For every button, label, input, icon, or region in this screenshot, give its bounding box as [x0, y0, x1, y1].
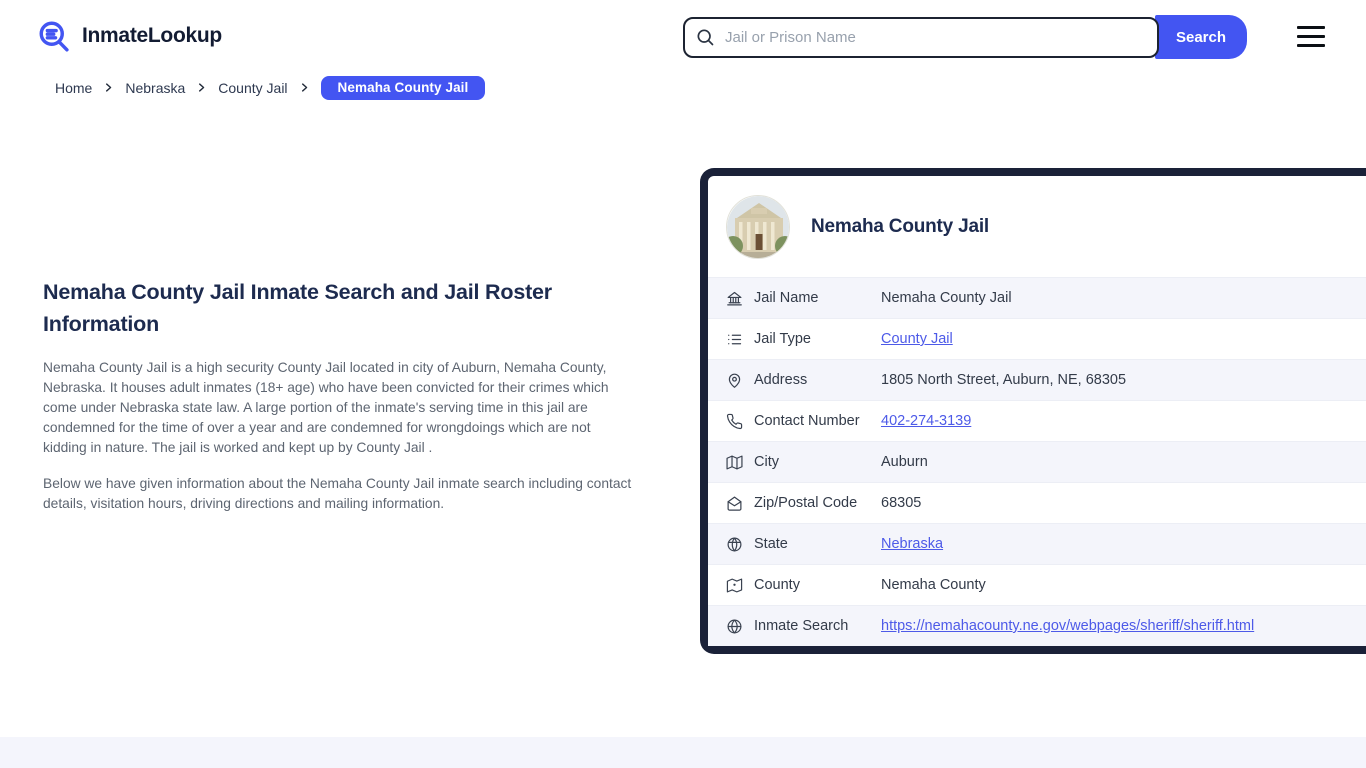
inmate-search-link[interactable]: https://nemahacounty.ne.gov/webpages/she…	[881, 618, 1254, 634]
breadcrumb: Home Nebraska County Jail Nemaha County Jai…	[55, 75, 486, 100]
search-input[interactable]	[683, 16, 1159, 58]
zip-postal-code-value: 68305	[881, 495, 922, 511]
info-row-state: State Nebraska	[708, 523, 1366, 564]
inmate-search-label: Inmate Search	[754, 618, 849, 634]
summary-paragraph: Below we have given information about th…	[43, 476, 632, 511]
address-label: Address	[754, 372, 808, 388]
menu-icon[interactable]	[1297, 26, 1325, 47]
city-label: City	[754, 454, 779, 470]
zip-postal-code-label: Zip/Postal Code	[754, 495, 858, 511]
bank-icon	[726, 290, 743, 307]
search-icon	[695, 27, 715, 47]
jail-info-card: Nemaha County Jail Jail Name Nemaha Count…	[700, 168, 1366, 654]
breadcrumb-badge-nemaha-county-jail[interactable]: Nemaha County Jail	[320, 75, 486, 100]
info-row-address: Address 1805 North Street, Auburn, NE, 68…	[708, 359, 1366, 400]
map-icon	[726, 454, 743, 471]
jail-card-header: Nemaha County Jail	[708, 176, 1366, 277]
jail-info-table: Jail Name Nemaha County Jail Jail Type Coun…	[708, 277, 1366, 646]
info-row-jail-name: Jail Name Nemaha County Jail	[708, 277, 1366, 318]
county-map-icon	[726, 577, 743, 594]
globe-icon	[726, 536, 743, 553]
county-label: County	[754, 577, 800, 593]
mail-open-icon	[726, 495, 743, 512]
breadcrumb-link-nebraska[interactable]: Nebraska	[125, 80, 185, 96]
page-title: Nemaha County Jail Inmate Search and Jai…	[43, 280, 552, 336]
state-link[interactable]: Nebraska	[881, 536, 943, 552]
brand-name: InmateLookup	[82, 24, 222, 47]
state-label: State	[754, 536, 788, 552]
chevron-right-icon	[299, 82, 310, 93]
page: InmateLookup Search Home Nebraska County J…	[0, 0, 1366, 768]
jail-card-title: Nemaha County Jail	[811, 215, 990, 237]
magnifier-logo-icon	[36, 18, 72, 54]
jail-photo	[726, 194, 790, 259]
breadcrumb-link-home[interactable]: Home	[55, 80, 92, 96]
info-row-city: City Auburn	[708, 441, 1366, 482]
info-row-county: County Nemaha County	[708, 564, 1366, 605]
info-row-contact-number: Contact Number 402-274-3139	[708, 400, 1366, 441]
info-row-inmate-search: Inmate Search https://nemahacounty.ne.gov…	[708, 605, 1366, 646]
address-value: 1805 North Street, Auburn, NE, 68305	[881, 372, 1127, 388]
info-row-jail-type: Jail Type County Jail	[708, 318, 1366, 359]
breadcrumb-link-county-jail[interactable]: County Jail	[218, 80, 287, 96]
contact-number-link[interactable]: 402-274-3139	[881, 413, 971, 429]
jail-name-value: Nemaha County Jail	[881, 290, 1012, 306]
brand-logo[interactable]: InmateLookup	[36, 18, 222, 54]
city-value: Auburn	[881, 454, 928, 470]
chevron-right-icon	[196, 82, 207, 93]
contact-number-label: Contact Number	[754, 413, 860, 429]
search-button[interactable]: Search	[1155, 15, 1247, 59]
jail-type-label: Jail Type	[754, 331, 811, 347]
footer-strip	[0, 737, 1366, 768]
map-pin-icon	[726, 372, 743, 389]
phone-icon	[726, 413, 743, 430]
site-search: Search	[683, 15, 1247, 59]
website-icon	[726, 618, 743, 635]
intro-paragraph: Nemaha County Jail is a high security Co…	[43, 360, 609, 455]
list-icon	[726, 331, 743, 348]
jail-name-label: Jail Name	[754, 290, 819, 306]
info-row-zip-postal-code: Zip/Postal Code 68305	[708, 482, 1366, 523]
article: Nemaha County Jail Inmate Search and Jai…	[43, 276, 635, 530]
chevron-right-icon	[103, 82, 114, 93]
county-value: Nemaha County	[881, 577, 986, 593]
jail-type-link[interactable]: County Jail	[881, 331, 953, 347]
